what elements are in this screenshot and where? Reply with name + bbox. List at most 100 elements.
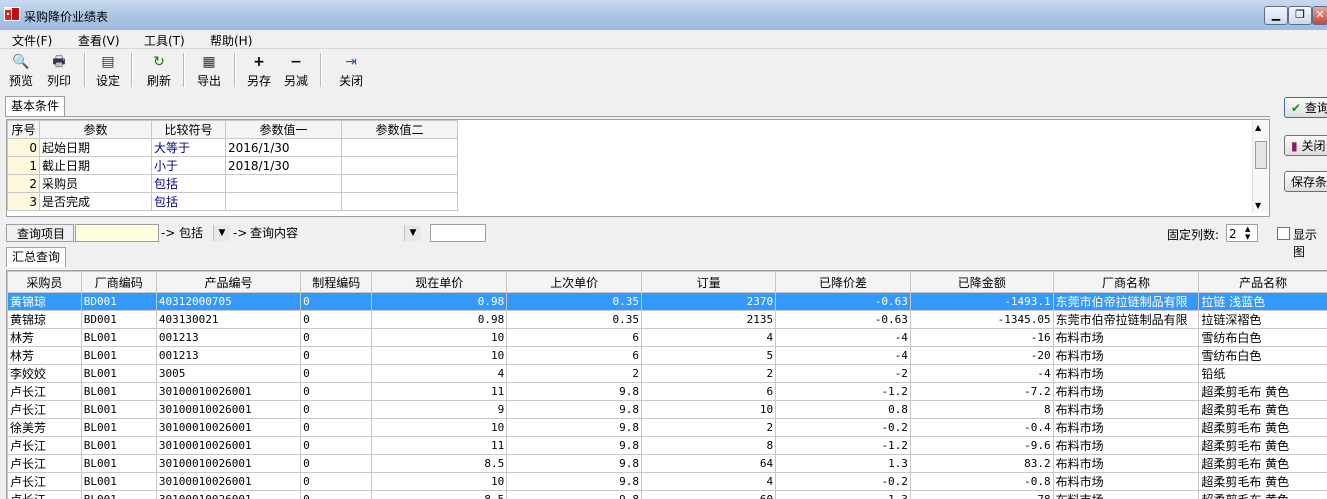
table-cell: 001213: [156, 329, 300, 347]
close-button[interactable]: ⇥ 关闭: [336, 52, 366, 90]
table-row[interactable]: 卢长江BL00130100010026001099.8100.88布料市场超柔剪…: [8, 401, 1327, 419]
table-cell: 雪纺布白色: [1199, 329, 1327, 347]
chevron-down-icon[interactable]: ▼: [213, 225, 230, 241]
table-cell: 4: [372, 365, 507, 383]
table-cell: 0: [301, 437, 372, 455]
summary-table: 采购员厂商编码产品编号制程编码现在单价上次单价订量已降价差已降金额厂商名称产品名…: [7, 271, 1327, 499]
scroll-up-icon[interactable]: ▲: [1255, 123, 1261, 132]
table-cell: 布料市场: [1053, 419, 1199, 437]
tab-basic-conditions[interactable]: 基本条件: [5, 96, 65, 116]
table-row[interactable]: 李姣姣BL00130050422-2-4布料市场铅纸: [8, 365, 1327, 383]
close-window-button[interactable]: ✕: [1312, 6, 1327, 25]
menu-view[interactable]: 查看(V): [78, 32, 120, 49]
print-button[interactable]: 🖶 列印: [44, 52, 74, 90]
show-checkbox[interactable]: [1277, 227, 1290, 240]
table-cell: BL001: [81, 365, 156, 383]
table-cell: 布料市场: [1053, 365, 1199, 383]
arrow-label: ->: [233, 226, 247, 240]
query-content-select[interactable]: 查询内容: [248, 224, 426, 242]
door-exit-icon: ⇥: [336, 52, 366, 72]
table-cell: 0: [301, 365, 372, 383]
title-bar[interactable]: 采购降价业绩表 ▁ ❐ ✕: [0, 0, 1327, 31]
column-header[interactable]: 厂商编码: [81, 272, 156, 293]
table-cell: 拉链 浅蓝色: [1199, 293, 1327, 311]
settings-button[interactable]: ▤ 设定: [93, 52, 123, 90]
condition-row[interactable]: 1 截止日期 小于 2018/1/30: [8, 157, 458, 175]
table-cell: -20: [910, 347, 1053, 365]
checkmark-icon: ✔: [1291, 101, 1301, 115]
table-cell: 0: [301, 455, 372, 473]
table-cell: -0.8: [910, 473, 1053, 491]
query-item-input[interactable]: [75, 224, 159, 242]
refresh-button[interactable]: ↻ 刷新: [144, 52, 174, 90]
table-cell: -16: [910, 329, 1053, 347]
table-cell: 1.3: [776, 455, 911, 473]
tab-summary-query[interactable]: 汇总查询: [6, 247, 66, 267]
conditions-scrollbar[interactable]: ▲ ▼: [1252, 121, 1268, 213]
column-header[interactable]: 采购员: [8, 272, 82, 293]
table-row[interactable]: 黄锦琼BD0014031200070500.980.352370-0.63-14…: [8, 293, 1327, 311]
query-button[interactable]: ✔ 查询: [1284, 97, 1327, 118]
column-header[interactable]: 比较符号: [152, 121, 226, 139]
save-as-button[interactable]: + 另存: [244, 52, 274, 90]
column-header[interactable]: 制程编码: [301, 272, 372, 293]
menu-help[interactable]: 帮助(H): [210, 32, 252, 49]
menu-tools[interactable]: 工具(T): [144, 32, 185, 49]
column-header[interactable]: 厂商名称: [1053, 272, 1199, 293]
scroll-thumb[interactable]: [1255, 141, 1267, 169]
window-title: 采购降价业绩表: [24, 8, 108, 25]
table-cell: 4: [642, 329, 776, 347]
column-header[interactable]: 已降价差: [776, 272, 911, 293]
table-cell: 2: [642, 365, 776, 383]
refresh-icon: ↻: [144, 52, 174, 72]
toolbar-separator: [131, 53, 133, 87]
column-header[interactable]: 参数值二: [342, 121, 458, 139]
table-row[interactable]: 卢长江BL001301000100260010109.84-0.2-0.8布料市…: [8, 473, 1327, 491]
table-cell: 0: [301, 311, 372, 329]
table-cell: 超柔剪毛布 黄色: [1199, 473, 1327, 491]
column-header[interactable]: 产品编号: [156, 272, 300, 293]
minimize-button[interactable]: ▁: [1264, 6, 1288, 25]
table-cell: 拉链深褶色: [1199, 311, 1327, 329]
condition-row[interactable]: 2 采购员 包括: [8, 175, 458, 193]
column-header[interactable]: 序号: [8, 121, 40, 139]
table-cell: 30100010026001: [156, 455, 300, 473]
export-button[interactable]: ▦ 导出: [194, 52, 224, 90]
chevron-down-icon[interactable]: ▼: [404, 225, 421, 241]
column-header[interactable]: 现在单价: [372, 272, 507, 293]
filter-row: 查询项目 -> 包括 ▼ -> 查询内容 ▼ 固定列数: 2 ▲▼ 显示图: [0, 222, 1327, 244]
column-header[interactable]: 产品名称: [1199, 272, 1327, 293]
table-cell: 0: [301, 329, 372, 347]
table-cell: 40312000705: [156, 293, 300, 311]
delete-button[interactable]: − 另减: [281, 52, 311, 90]
table-row[interactable]: 徐美芳BL001301000100260010109.82-0.2-0.4布料市…: [8, 419, 1327, 437]
table-row[interactable]: 林芳BL00100121301065-4-20布料市场雪纺布白色: [8, 347, 1327, 365]
table-cell: -4: [776, 329, 911, 347]
about-button[interactable]: ▮ 关闭: [1284, 135, 1327, 156]
table-cell: 东莞市伯帝拉链制品有限: [1053, 311, 1199, 329]
save-conditions-button[interactable]: 保存条: [1284, 171, 1327, 192]
menu-file[interactable]: 文件(F): [12, 32, 52, 49]
table-row[interactable]: 林芳BL00100121301064-4-16布料市场雪纺布白色: [8, 329, 1327, 347]
table-row[interactable]: 卢长江BL0013010001002600108.59.8641.383.2布料…: [8, 455, 1327, 473]
column-header[interactable]: 参数: [40, 121, 152, 139]
query-content-input[interactable]: [430, 224, 486, 242]
fixed-columns-stepper[interactable]: 2 ▲▼: [1226, 224, 1258, 242]
query-item-label: 查询项目: [6, 224, 74, 242]
table-row[interactable]: 卢长江BL001301000100260010119.86-1.2-7.2布料市…: [8, 383, 1327, 401]
scroll-down-icon[interactable]: ▼: [1255, 201, 1261, 210]
column-header[interactable]: 参数值一: [226, 121, 342, 139]
column-header[interactable]: 订量: [642, 272, 776, 293]
table-row[interactable]: 黄锦琼BD00140313002100.980.352135-0.63-1345…: [8, 311, 1327, 329]
column-header[interactable]: 已降金额: [910, 272, 1053, 293]
column-header[interactable]: 上次单价: [507, 272, 642, 293]
condition-row[interactable]: 0 起始日期 大等于 2016/1/30: [8, 139, 458, 157]
preview-button[interactable]: 🔍 预览: [6, 52, 36, 90]
table-row[interactable]: 卢长江BL001301000100260010119.88-1.2-9.6布料市…: [8, 437, 1327, 455]
condition-row[interactable]: 3 是否完成 包括: [8, 193, 458, 211]
table-cell: 10: [372, 347, 507, 365]
table-cell: 东莞市伯帝拉链制品有限: [1053, 293, 1199, 311]
restore-button[interactable]: ❐: [1288, 6, 1312, 25]
table-cell: -9.6: [910, 437, 1053, 455]
stepper-arrows-icon[interactable]: ▲▼: [1245, 225, 1250, 241]
